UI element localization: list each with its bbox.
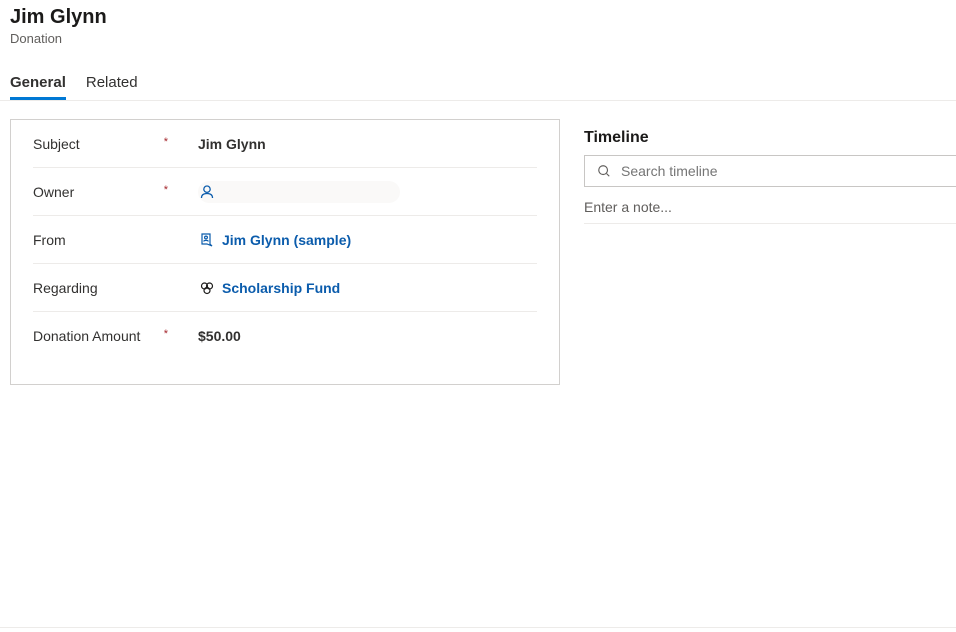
page-subtitle: Donation xyxy=(10,31,946,46)
field-from[interactable]: From Jim Glynn (sample) xyxy=(33,216,537,264)
timeline-panel: Timeline Enter a note... xyxy=(584,113,956,385)
field-regarding-value[interactable]: Scholarship Fund xyxy=(222,280,340,296)
tab-related[interactable]: Related xyxy=(86,74,138,100)
field-from-label: From xyxy=(33,232,66,248)
search-icon xyxy=(595,162,613,180)
tab-general[interactable]: General xyxy=(10,74,66,100)
field-donation-amount[interactable]: Donation Amount * $50.00 xyxy=(33,312,537,360)
timeline-search-input[interactable] xyxy=(613,163,956,179)
required-icon: * xyxy=(164,136,168,148)
timeline-title: Timeline xyxy=(584,129,956,147)
owner-pill[interactable] xyxy=(198,181,400,203)
timeline-search[interactable] xyxy=(584,155,956,187)
field-subject-value: Jim Glynn xyxy=(198,136,266,152)
field-owner[interactable]: Owner * xyxy=(33,168,537,216)
required-icon: * xyxy=(164,184,168,196)
field-donation-amount-value: $50.00 xyxy=(198,328,241,344)
page-title: Jim Glynn xyxy=(10,6,946,29)
contact-card-icon xyxy=(198,231,216,249)
field-from-value[interactable]: Jim Glynn (sample) xyxy=(222,232,351,248)
page-border xyxy=(0,627,956,628)
field-donation-amount-label: Donation Amount xyxy=(33,328,140,344)
regarding-icon xyxy=(198,279,216,297)
field-subject[interactable]: Subject * Jim Glynn xyxy=(33,120,537,168)
field-subject-label: Subject xyxy=(33,136,80,152)
required-icon: * xyxy=(164,328,168,340)
form-panel: Subject * Jim Glynn Owner * xyxy=(10,119,560,385)
person-icon xyxy=(198,183,216,201)
field-regarding-label: Regarding xyxy=(33,280,98,296)
field-regarding[interactable]: Regarding Scholarship Fund xyxy=(33,264,537,312)
timeline-note-input[interactable]: Enter a note... xyxy=(584,187,956,224)
field-owner-label: Owner xyxy=(33,184,74,200)
